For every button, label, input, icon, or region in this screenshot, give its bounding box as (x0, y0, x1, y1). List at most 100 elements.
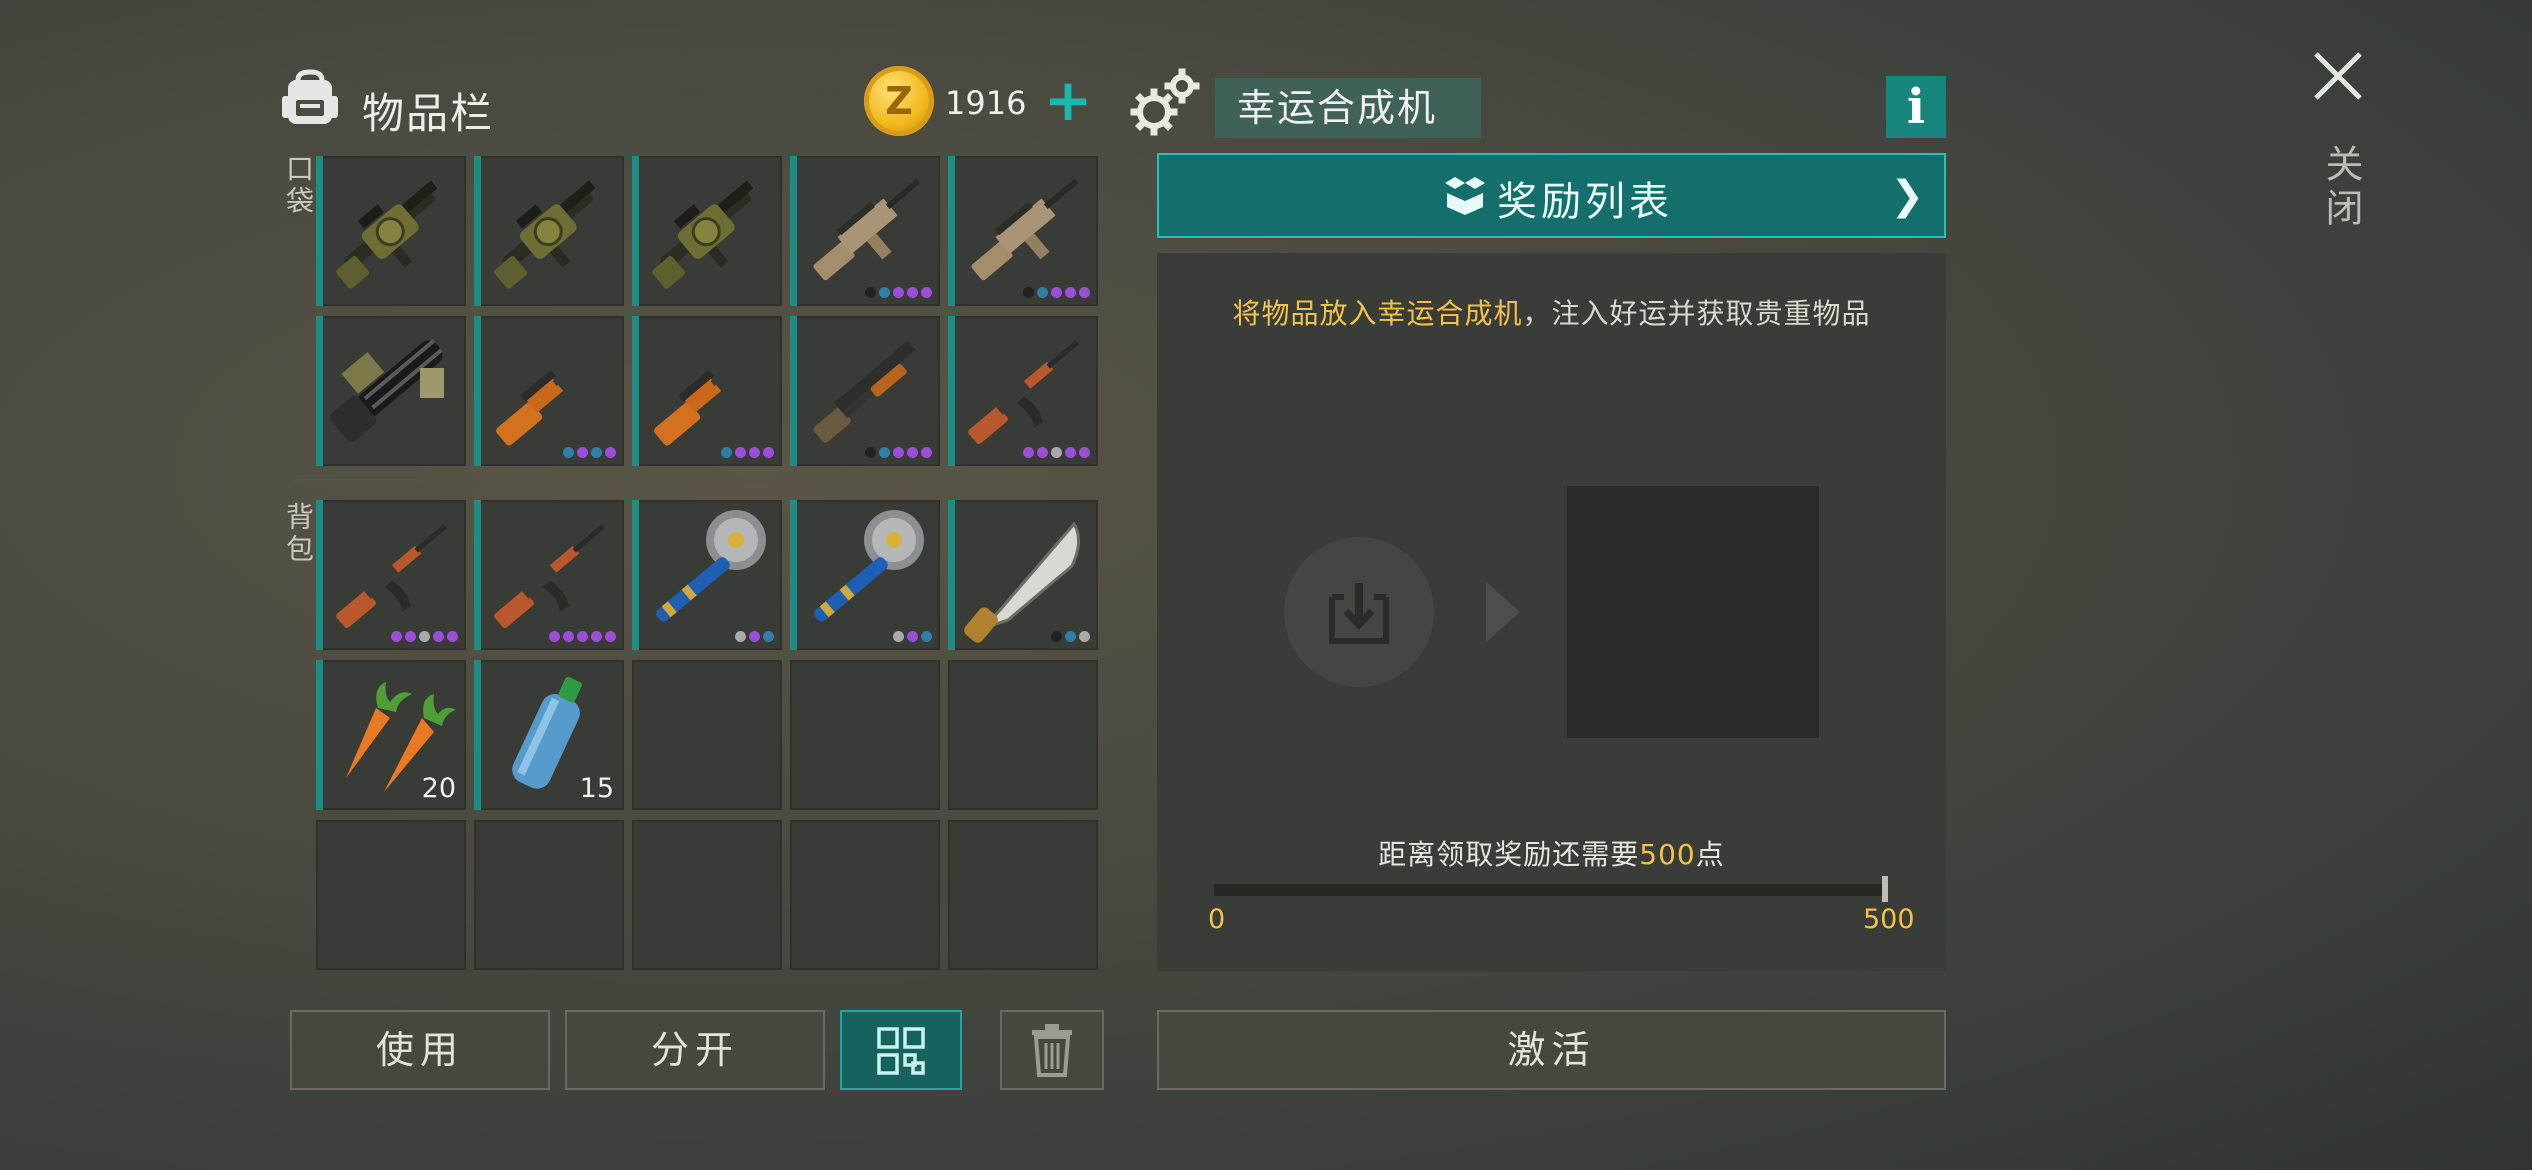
rarity-dot (1079, 447, 1090, 458)
rarity-dots (549, 631, 616, 642)
rarity-dot (549, 631, 560, 642)
rarity-dots (391, 631, 458, 642)
rarity-dot (893, 287, 904, 298)
section-label-backpack: 背包 (282, 502, 315, 566)
backpack-icon (282, 69, 338, 124)
inventory-title: 物品栏 (362, 89, 495, 138)
inventory-slot-empty[interactable] (474, 820, 624, 970)
grenade-launcher-icon (652, 180, 754, 289)
rarity-dot (1079, 287, 1090, 298)
rarity-dot (763, 631, 774, 642)
rarity-dot (447, 631, 458, 642)
deposit-icon (1329, 583, 1389, 644)
inventory-slot-saw-mace[interactable] (632, 500, 782, 650)
scar-rifle-icon (813, 178, 921, 281)
inventory-slot-water-bottle[interactable]: 15 (474, 660, 624, 810)
close-label[interactable]: 关闭 (2314, 144, 2369, 232)
sort-grid-button[interactable] (840, 1010, 962, 1090)
rarity-dot (1065, 287, 1076, 298)
inventory-slot-empty[interactable] (790, 660, 940, 810)
coin-count: 1916 (945, 84, 1027, 122)
rarity-dots (1051, 631, 1090, 642)
progress-min-label: 0 (1208, 904, 1226, 935)
inventory-slot-scar-rifle[interactable] (948, 156, 1098, 306)
rarity-dot (605, 447, 616, 458)
inventory-slot-saw-mace[interactable] (790, 500, 940, 650)
inventory-slot-machete[interactable] (948, 500, 1098, 650)
rarity-dot (921, 287, 932, 298)
coin-icon: Z (864, 66, 934, 136)
inventory-slot-scar-rifle[interactable] (790, 156, 940, 306)
rarity-dot (591, 631, 602, 642)
saw-mace-icon (814, 510, 924, 622)
minigun-icon (330, 339, 444, 442)
info-button[interactable]: i (1886, 76, 1946, 138)
rarity-dot (749, 447, 760, 458)
rarity-dot (433, 631, 444, 642)
trash-icon (1032, 1024, 1072, 1077)
hunting-rifle-icon (496, 340, 606, 446)
inventory-slot-pump-shotgun[interactable] (790, 316, 940, 466)
inventory-slot-empty[interactable] (316, 820, 466, 970)
rarity-dots (1023, 287, 1090, 298)
rarity-dot (577, 631, 588, 642)
grid-icon (877, 1027, 925, 1075)
rarity-dot (907, 631, 918, 642)
item-quantity: 20 (421, 773, 456, 804)
rarity-dots (865, 287, 932, 298)
activate-button[interactable]: 激活 (1157, 1010, 1946, 1090)
rarity-dots (1023, 447, 1090, 458)
ak-rifle-icon (494, 524, 605, 629)
section-label-pocket: 口袋 (282, 154, 315, 218)
close-icon[interactable] (2310, 48, 2366, 104)
use-button[interactable]: 使用 (290, 1010, 550, 1090)
inventory-slot-ak-rifle[interactable] (316, 500, 466, 650)
rarity-dot (865, 447, 876, 458)
rarity-dot (763, 447, 774, 458)
grenade-launcher-icon (494, 180, 596, 289)
rarity-dot (1051, 287, 1062, 298)
rarity-dot (577, 447, 588, 458)
ak-rifle-icon (336, 524, 447, 629)
rarity-dot (1037, 287, 1048, 298)
rarity-dots (893, 631, 932, 642)
trash-button[interactable] (1000, 1010, 1104, 1090)
gift-box-icon (1445, 177, 1485, 215)
output-slot (1567, 486, 1819, 738)
rarity-dot (1051, 447, 1062, 458)
inventory-slot-empty[interactable] (790, 820, 940, 970)
progress-max-label: 500 (1863, 904, 1915, 935)
rarity-dot (879, 287, 890, 298)
inventory-slot-empty[interactable] (632, 820, 782, 970)
rarity-dot (591, 447, 602, 458)
inventory-slot-hunting-rifle[interactable] (632, 316, 782, 466)
rarity-dot (1065, 631, 1076, 642)
add-coins-button[interactable]: + (1040, 71, 1096, 129)
item-quantity: 15 (579, 773, 614, 804)
inventory-slot-empty[interactable] (632, 660, 782, 810)
reward-list-label: 奖励列表 (1497, 179, 1673, 225)
split-button[interactable]: 分开 (565, 1010, 825, 1090)
rarity-dots (865, 447, 932, 458)
rarity-dot (391, 631, 402, 642)
progress-track (1214, 884, 1886, 896)
inventory-slot-ak-rifle[interactable] (474, 500, 624, 650)
inventory-slot-grenade-launcher[interactable] (632, 156, 782, 306)
inventory-slot-empty[interactable] (948, 660, 1098, 810)
inventory-slot-ak-rifle[interactable] (948, 316, 1098, 466)
rarity-dot (1023, 447, 1034, 458)
inventory-slot-empty[interactable] (948, 820, 1098, 970)
rarity-dot (907, 287, 918, 298)
inventory-slot-grenade-launcher[interactable] (474, 156, 624, 306)
rarity-dots (735, 631, 774, 642)
inventory-slot-grenade-launcher[interactable] (316, 156, 466, 306)
input-slot[interactable] (1284, 537, 1434, 687)
rarity-dot (405, 631, 416, 642)
inventory-slot-minigun[interactable] (316, 316, 466, 466)
gear-icon (1130, 68, 1200, 136)
inventory-slot-carrots[interactable]: 20 (316, 660, 466, 810)
rarity-dot (605, 631, 616, 642)
reward-list-button[interactable]: 奖励列表 ❯ (1157, 153, 1946, 238)
inventory-slot-hunting-rifle[interactable] (474, 316, 624, 466)
rarity-dots (563, 447, 616, 458)
